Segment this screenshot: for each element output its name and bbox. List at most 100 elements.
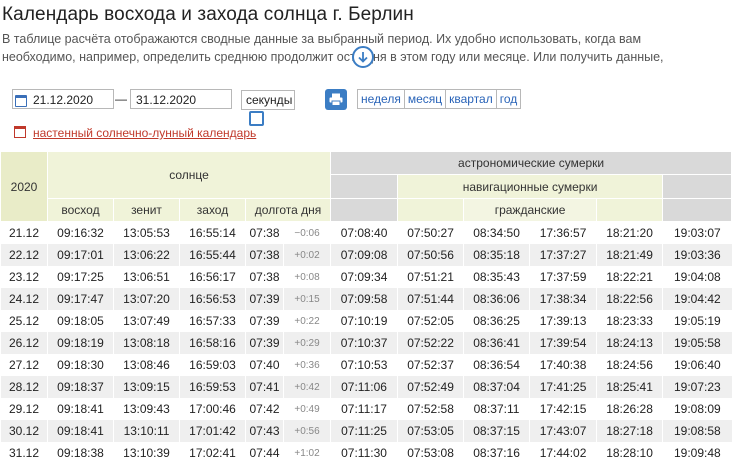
astro-dusk-cell: 19:08:58	[663, 420, 732, 442]
nav-dawn-cell: 07:53:05	[398, 420, 464, 442]
period-quarter[interactable]: квартал	[446, 90, 497, 108]
seconds-label: секунды	[246, 93, 292, 107]
astro-dusk-cell: 19:04:08	[663, 266, 732, 288]
civil-dawn-cell: 08:37:11	[464, 398, 530, 420]
sunrise-cell: 09:18:38	[48, 442, 114, 464]
nav-dawn-cell: 07:53:08	[398, 442, 464, 464]
day-length-cell: 07:38	[246, 244, 284, 266]
civil-dusk-cell: 17:36:57	[530, 222, 597, 245]
civil-dawn-cell: 08:35:18	[464, 244, 530, 266]
astro-dawn-cell: 07:10:37	[331, 332, 398, 354]
sunset-cell: 17:02:41	[180, 442, 246, 464]
zenith-cell: 13:08:46	[114, 354, 180, 376]
date-cell: 31.12	[1, 442, 48, 464]
year-header: 2020	[1, 152, 48, 222]
zenith-cell: 13:10:11	[114, 420, 180, 442]
nav-dusk-cell: 18:22:21	[597, 266, 663, 288]
table-row: 21.1209:16:3213:05:5316:55:1407:38−0:060…	[1, 222, 732, 245]
zenith-cell: 13:09:15	[114, 376, 180, 398]
date-from-input[interactable]: 21.12.2020	[12, 89, 114, 109]
period-month[interactable]: месяц	[405, 90, 446, 108]
day-length-cell: 07:38	[246, 266, 284, 288]
period-week[interactable]: неделя	[358, 90, 405, 108]
nav-dusk-cell: 18:22:56	[597, 288, 663, 310]
col-sunset: заход	[180, 199, 246, 222]
astro-dawn-cell: 07:08:40	[331, 222, 398, 245]
astro-dawn-cell: 07:11:30	[331, 442, 398, 464]
astro-dusk-cell: 19:03:36	[663, 244, 732, 266]
lunar-calendar-link-row: настенный солнечно-лунный календарь	[14, 126, 256, 140]
zenith-cell: 13:08:18	[114, 332, 180, 354]
calendar-icon	[15, 95, 27, 107]
date-cell: 29.12	[1, 398, 48, 420]
civil-dusk-cell: 17:37:59	[530, 266, 597, 288]
col-zenith: зенит	[114, 199, 180, 222]
astro-dawn-cell: 07:09:34	[331, 266, 398, 288]
astro-dusk-cell: 19:03:07	[663, 222, 732, 245]
day-length-cell: 07:41	[246, 376, 284, 398]
scroll-down-button[interactable]	[352, 46, 374, 68]
seconds-toggle[interactable]: секунды	[241, 90, 295, 110]
day-length-delta-cell: +0:22	[284, 310, 331, 332]
civil-dawn-cell: 08:35:43	[464, 266, 530, 288]
day-length-cell: 07:44	[246, 442, 284, 464]
nav-dawn-cell: 07:51:44	[398, 288, 464, 310]
day-length-cell: 07:42	[246, 398, 284, 420]
table-row: 27.1209:18:3013:08:4616:59:0307:40+0:360…	[1, 354, 732, 376]
sunrise-cell: 09:16:32	[48, 222, 114, 245]
astro-spacer-left-2	[331, 199, 398, 222]
sunrise-cell: 09:18:05	[48, 310, 114, 332]
day-length-cell: 07:39	[246, 332, 284, 354]
page-title: Календарь восхода и захода солнца г. Бер…	[2, 4, 414, 26]
sunrise-cell: 09:18:19	[48, 332, 114, 354]
date-to-input[interactable]: 31.12.2020	[130, 89, 232, 109]
col-day-length: долгота дня	[246, 199, 331, 222]
nav-dusk-cell: 18:21:20	[597, 222, 663, 245]
nav-dusk-cell: 18:24:13	[597, 332, 663, 354]
astro-dusk-cell: 19:05:19	[663, 310, 732, 332]
nav-spacer-left	[398, 199, 464, 222]
nav-dusk-cell: 18:23:33	[597, 310, 663, 332]
day-length-delta-cell: +0:56	[284, 420, 331, 442]
table-body: 21.1209:16:3213:05:5316:55:1407:38−0:060…	[1, 222, 732, 464]
zenith-cell: 13:07:20	[114, 288, 180, 310]
nav-dawn-cell: 07:52:05	[398, 310, 464, 332]
nav-dawn-cell: 07:52:58	[398, 398, 464, 420]
nav-dusk-cell: 18:24:56	[597, 354, 663, 376]
astro-dusk-cell: 19:05:58	[663, 332, 732, 354]
date-cell: 25.12	[1, 310, 48, 332]
astro-dusk-cell: 19:08:09	[663, 398, 732, 420]
civil-dawn-cell: 08:36:25	[464, 310, 530, 332]
day-length-delta-cell: +0:29	[284, 332, 331, 354]
description-line-1: В таблице расчёта отображаются сводные д…	[2, 30, 732, 48]
period-year[interactable]: год	[497, 90, 521, 108]
day-length-delta-cell: −0:06	[284, 222, 331, 245]
table-row: 25.1209:18:0513:07:4916:57:3307:39+0:220…	[1, 310, 732, 332]
lunar-calendar-link[interactable]: настенный солнечно-лунный календарь	[33, 126, 256, 140]
nav-dusk-cell: 18:21:49	[597, 244, 663, 266]
zenith-cell: 13:09:43	[114, 398, 180, 420]
astro-dawn-cell: 07:11:17	[331, 398, 398, 420]
table-row: 22.1209:17:0113:06:2216:55:4407:38+0:020…	[1, 244, 732, 266]
day-length-cell: 07:38	[246, 222, 284, 245]
table-row: 24.1209:17:4713:07:2016:56:5307:39+0:150…	[1, 288, 732, 310]
day-length-delta-cell: +0:49	[284, 398, 331, 420]
table-row: 26.1209:18:1913:08:1816:58:1607:39+0:290…	[1, 332, 732, 354]
print-button[interactable]	[325, 89, 347, 110]
nav-dawn-cell: 07:52:37	[398, 354, 464, 376]
table-row: 28.1209:18:3713:09:1516:59:5307:41+0:420…	[1, 376, 732, 398]
period-selector: неделя месяц квартал год	[357, 89, 521, 109]
civil-dawn-cell: 08:37:04	[464, 376, 530, 398]
sunset-cell: 17:01:42	[180, 420, 246, 442]
civil-dusk-cell: 17:42:15	[530, 398, 597, 420]
date-cell: 26.12	[1, 332, 48, 354]
sunrise-cell: 09:18:41	[48, 420, 114, 442]
date-cell: 27.12	[1, 354, 48, 376]
seconds-checkbox[interactable]	[249, 111, 264, 126]
civil-dusk-cell: 17:41:25	[530, 376, 597, 398]
sunset-cell: 17:00:46	[180, 398, 246, 420]
date-separator: —	[115, 89, 127, 109]
sunset-cell: 16:59:03	[180, 354, 246, 376]
red-calendar-icon	[14, 126, 26, 138]
nav-dusk-cell: 18:27:18	[597, 420, 663, 442]
